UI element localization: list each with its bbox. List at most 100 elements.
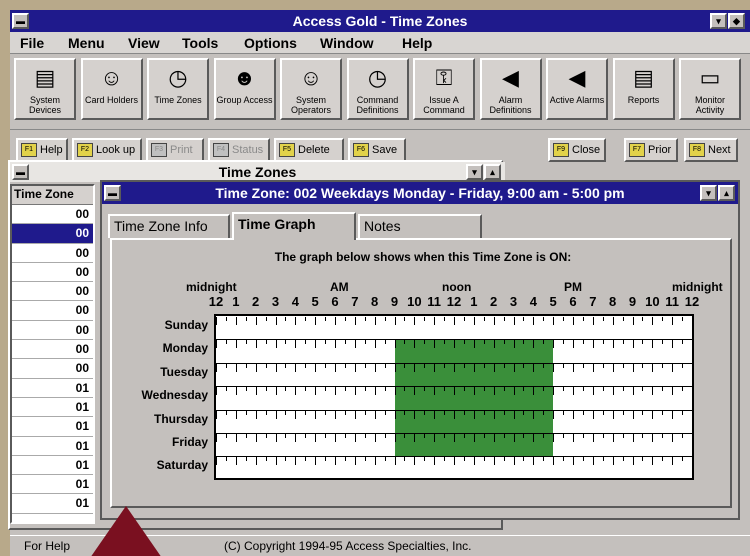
monitor-activity-button[interactable]: ▭ Monitor Activity bbox=[679, 58, 741, 120]
hour-tick bbox=[612, 363, 614, 372]
detail-maximize-icon[interactable]: ▴ bbox=[718, 185, 735, 201]
minimize-icon[interactable]: ▾ bbox=[710, 13, 727, 29]
hour-tick bbox=[424, 457, 426, 462]
next-button[interactable]: F8 Next bbox=[684, 138, 738, 162]
list-item[interactable]: 01 bbox=[12, 437, 93, 456]
list-window-title: Time Zones bbox=[218, 164, 297, 180]
detail-minimize-icon[interactable]: ▾ bbox=[700, 185, 717, 201]
menu-window[interactable]: Window bbox=[320, 35, 374, 51]
hour-tick bbox=[235, 317, 237, 325]
menu-file[interactable]: File bbox=[20, 35, 44, 51]
status-icon: F4 bbox=[213, 143, 229, 157]
hour-tick bbox=[344, 317, 346, 321]
hour-tick bbox=[533, 410, 535, 419]
command-definitions-button[interactable]: ◷ Command Definitions bbox=[346, 58, 409, 120]
toolbar-label: Active Alarms bbox=[549, 95, 605, 105]
list-item[interactable]: 00 bbox=[12, 263, 93, 283]
menu-options[interactable]: Options bbox=[244, 35, 297, 51]
hour-label: 4 bbox=[529, 294, 537, 309]
hour-tick bbox=[325, 457, 327, 462]
close-button[interactable]: F9 Close bbox=[548, 138, 606, 162]
print-button[interactable]: F3 Print bbox=[146, 138, 204, 162]
list-item[interactable]: 01 bbox=[12, 417, 93, 437]
list-system-menu-icon[interactable]: ▬ bbox=[12, 164, 29, 180]
menu-view[interactable]: View bbox=[128, 35, 160, 51]
system-devices-button[interactable]: ▤ System Devices bbox=[14, 58, 76, 120]
hour-tick bbox=[225, 363, 227, 368]
system-operators-button[interactable]: ☺ System Operators bbox=[280, 58, 342, 120]
hour-tick bbox=[553, 387, 555, 396]
hour-tick bbox=[225, 410, 227, 415]
active-alarms-button[interactable]: ◀ Active Alarms bbox=[546, 58, 608, 120]
hour-tick bbox=[305, 410, 307, 415]
menu-help[interactable]: Help bbox=[402, 35, 432, 51]
save-button[interactable]: F6 Save bbox=[348, 138, 406, 162]
hour-tick bbox=[404, 434, 406, 438]
hour-tick bbox=[364, 363, 366, 368]
list-window-title-bar: ▬ Time Zones ▾ ▴ bbox=[10, 162, 505, 182]
list-item[interactable]: 01 bbox=[12, 475, 93, 495]
menu-bar: File Menu View Tools Options Window Help bbox=[10, 32, 750, 54]
hour-tick bbox=[672, 363, 674, 372]
list-item[interactable]: 00 bbox=[12, 224, 93, 244]
hour-label: 7 bbox=[351, 294, 359, 309]
hour-tick bbox=[573, 340, 574, 349]
hour-tick bbox=[394, 434, 396, 442]
hour-tick bbox=[592, 387, 594, 396]
hour-tick bbox=[652, 410, 654, 419]
list-item[interactable]: 00 bbox=[12, 282, 93, 302]
hour-tick bbox=[592, 317, 594, 325]
hour-tick bbox=[602, 434, 604, 438]
save-icon: F6 bbox=[353, 143, 369, 157]
alarm-definitions-button[interactable]: ◀ Alarm Definitions bbox=[479, 58, 542, 120]
hour-tick bbox=[414, 317, 416, 325]
issue-command-button[interactable]: ⚿ Issue A Command bbox=[413, 58, 475, 120]
system-menu-icon[interactable]: ▬ bbox=[12, 13, 29, 29]
list-item[interactable]: 00 bbox=[12, 340, 93, 360]
hour-tick bbox=[245, 387, 247, 392]
list-item[interactable]: 00 bbox=[12, 205, 93, 225]
hour-tick bbox=[265, 410, 267, 415]
tab-time-graph[interactable]: Time Graph bbox=[232, 212, 356, 240]
tab-notes[interactable]: Notes bbox=[358, 214, 482, 238]
status-button[interactable]: F4 Status bbox=[208, 138, 270, 162]
hour-tick bbox=[305, 457, 307, 462]
help-button[interactable]: F1 Help bbox=[16, 138, 68, 162]
hour-tick bbox=[682, 363, 684, 368]
list-column-header[interactable]: Time Zone bbox=[12, 186, 93, 205]
list-item[interactable]: 00 bbox=[12, 244, 93, 263]
day-label-wednesday: Wednesday bbox=[141, 388, 208, 403]
hour-tick bbox=[493, 363, 495, 372]
lookup-button[interactable]: F2 Look up bbox=[72, 138, 142, 162]
tab-time-zone-info[interactable]: Time Zone Info bbox=[108, 214, 230, 238]
list-item[interactable]: 00 bbox=[12, 321, 93, 341]
hour-tick bbox=[463, 434, 465, 438]
delete-button[interactable]: F5 Delete bbox=[274, 138, 344, 162]
hour-tick bbox=[473, 340, 475, 349]
menu-menu[interactable]: Menu bbox=[68, 35, 105, 51]
list-maximize-icon[interactable]: ▴ bbox=[484, 164, 501, 180]
card-holders-button[interactable]: ☺ Card Holders bbox=[80, 58, 143, 120]
hour-tick bbox=[335, 457, 336, 466]
hour-tick bbox=[632, 434, 634, 442]
hour-tick bbox=[335, 434, 336, 442]
list-item[interactable]: 01 bbox=[12, 398, 93, 418]
menu-tools[interactable]: Tools bbox=[182, 35, 218, 51]
reports-button[interactable]: ▤ Reports bbox=[612, 58, 675, 120]
toolbar-label: Reports bbox=[627, 95, 660, 105]
list-item[interactable]: 01 bbox=[12, 379, 93, 398]
list-item[interactable]: 00 bbox=[12, 301, 93, 321]
am-label: AM bbox=[330, 280, 349, 294]
time-zones-button[interactable]: ◷ Time Zones bbox=[147, 58, 209, 120]
list-item[interactable]: 01 bbox=[12, 456, 93, 476]
day-label-friday: Friday bbox=[171, 435, 208, 449]
detail-system-menu-icon[interactable]: ▬ bbox=[104, 185, 121, 201]
restore-icon[interactable]: ◆ bbox=[728, 13, 745, 29]
group-access-button[interactable]: ☻ Group Access bbox=[213, 58, 276, 120]
hour-tick bbox=[265, 340, 267, 345]
list-minimize-icon[interactable]: ▾ bbox=[466, 164, 483, 180]
list-item[interactable]: 00 bbox=[12, 359, 93, 379]
hour-tick bbox=[503, 387, 505, 392]
prior-button[interactable]: F7 Prior bbox=[624, 138, 678, 162]
list-item[interactable]: 01 bbox=[12, 494, 93, 514]
